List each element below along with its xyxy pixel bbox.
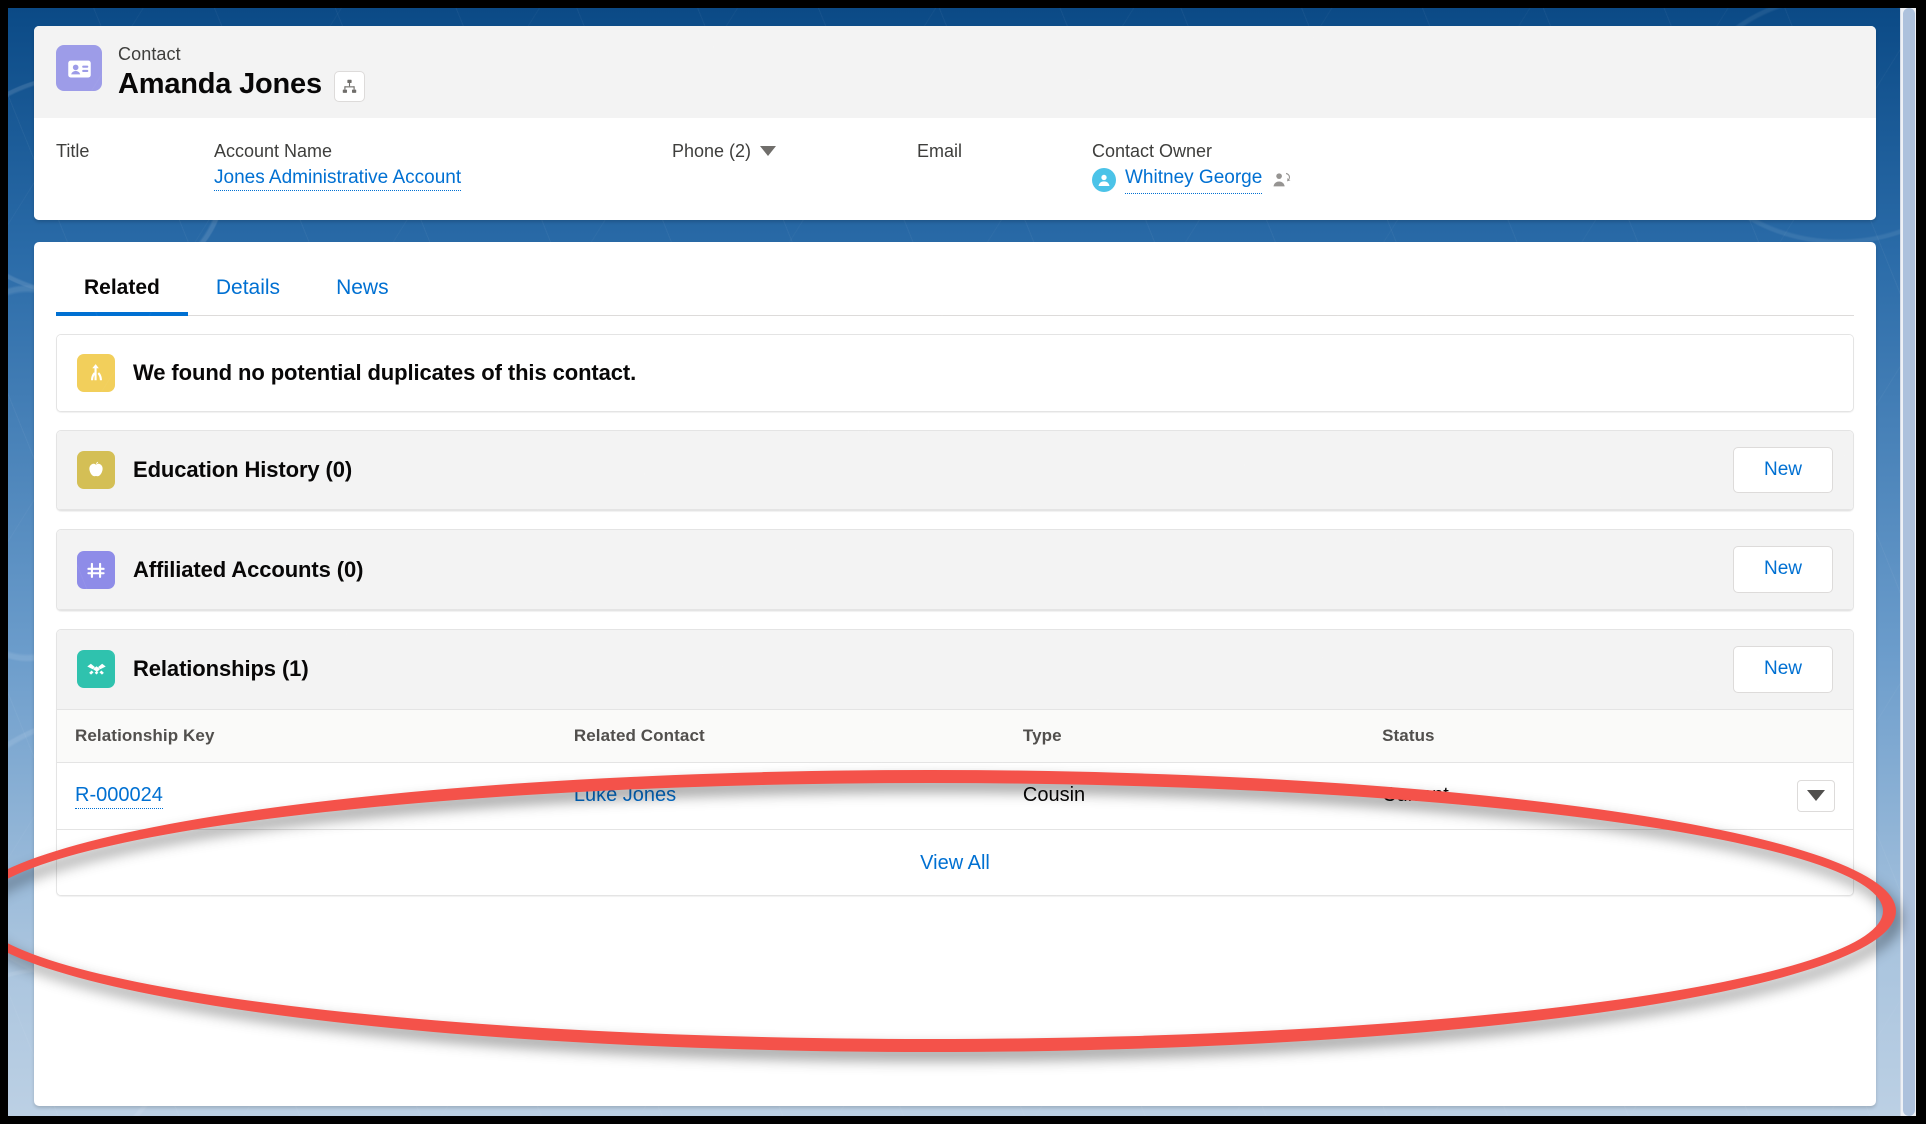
field-title-value[interactable] [56, 166, 214, 191]
field-account-name-label: Account Name [214, 140, 333, 161]
tab-details[interactable]: Details [188, 254, 308, 315]
chevron-down-icon [1807, 790, 1825, 802]
education-history-title: Education History (0) [133, 457, 353, 483]
education-history-header: Education History (0) New [57, 430, 1853, 511]
highlights-fields: Title Account Name Jones Administrative … [34, 117, 1876, 220]
education-history-title-group: Education History (0) [77, 451, 353, 490]
affiliated-accounts-title-group: Affiliated Accounts (0) [77, 550, 364, 589]
column-header-type[interactable]: Type [1008, 709, 1369, 763]
duplicates-card: We found no potential duplicates of this… [56, 333, 1854, 412]
avatar [1092, 167, 1116, 192]
duplicates-banner: We found no potential duplicates of this… [57, 334, 1853, 411]
screenshot-frame: Contact Amanda Jones Title Account Name … [0, 0, 1926, 1124]
page-title: Amanda Jones [118, 67, 322, 100]
record-name-row: Amanda Jones [118, 67, 365, 102]
field-title: Title [56, 140, 214, 194]
affiliated-accounts-header: Affiliated Accounts (0) New [57, 530, 1853, 611]
bridge-affiliation-icon [77, 550, 115, 589]
field-phone-label: Phone (2) [672, 140, 752, 161]
affiliated-accounts-title: Affiliated Accounts (0) [133, 556, 364, 582]
chevron-down-icon[interactable] [760, 145, 777, 156]
field-account-name-value: Jones Administrative Account [214, 166, 672, 191]
view-all-link[interactable]: View All [920, 852, 990, 874]
field-title-label: Title [56, 140, 90, 161]
new-education-history-button[interactable]: New [1732, 446, 1833, 494]
highlights-header: Contact Amanda Jones [34, 26, 1876, 118]
table-row: R-000024 Luke Jones Cousin Current [57, 762, 1853, 830]
contact-owner-link[interactable]: Whitney George [1125, 166, 1263, 194]
field-account-name: Account Name Jones Administrative Accoun… [214, 140, 672, 194]
field-email: Email [917, 140, 1092, 194]
related-contact-link[interactable]: Luke Jones [574, 784, 676, 806]
change-owner-icon[interactable] [1271, 170, 1293, 190]
tab-related[interactable]: Related [56, 254, 188, 316]
record-tabs: Related Details News [56, 242, 1854, 316]
column-header-actions [1745, 709, 1853, 763]
field-phone-label-row: Phone (2) [672, 140, 917, 163]
related-tab-panel: Related Details News We found no potenti… [34, 241, 1876, 1106]
duplicates-message: We found no potential duplicates of this… [133, 359, 637, 385]
relationships-footer: View All [57, 829, 1853, 895]
entity-type-label: Contact [118, 44, 181, 64]
relationships-table-head: Relationship Key Related Contact Type St… [57, 709, 1853, 763]
merge-duplicates-icon [77, 353, 115, 392]
relationships-table: Relationship Key Related Contact Type St… [57, 709, 1853, 830]
table-header-row: Relationship Key Related Contact Type St… [57, 709, 1853, 763]
field-contact-owner: Contact Owner Whitney George [1092, 140, 1293, 194]
cell-relationship-key: R-000024 [57, 762, 560, 830]
annotation-ellipse-relationships [8, 770, 1896, 1052]
relationships-header: Relationships (1) New [57, 630, 1853, 710]
record-highlights-panel: Contact Amanda Jones Title Account Name … [34, 26, 1876, 220]
field-email-label: Email [917, 140, 963, 161]
field-phone: Phone (2) [672, 140, 917, 194]
cell-status: Current [1368, 762, 1746, 830]
field-email-value[interactable] [917, 166, 1092, 191]
contact-id-card-icon [56, 45, 102, 91]
new-affiliated-account-button[interactable]: New [1732, 546, 1833, 594]
account-name-link[interactable]: Jones Administrative Account [214, 167, 462, 191]
field-phone-value[interactable] [672, 166, 917, 191]
apple-education-icon [77, 451, 115, 490]
relationships-title-group: Relationships (1) [77, 650, 309, 689]
page-scrollbar[interactable] [1900, 8, 1916, 1116]
highlights-titles: Contact Amanda Jones [118, 43, 365, 102]
column-header-relationship-key[interactable]: Relationship Key [57, 709, 560, 763]
column-header-status[interactable]: Status [1368, 709, 1746, 763]
relationship-key-link[interactable]: R-000024 [75, 784, 163, 810]
field-contact-owner-label: Contact Owner [1092, 140, 1213, 161]
relationships-title: Relationships (1) [133, 656, 309, 682]
cell-row-actions [1745, 762, 1853, 830]
new-relationship-button[interactable]: New [1732, 646, 1833, 693]
cell-related-contact: Luke Jones [559, 762, 1009, 830]
related-list-affiliated-accounts: Affiliated Accounts (0) New [56, 529, 1854, 612]
field-contact-owner-value: Whitney George [1092, 166, 1293, 194]
related-list-education-history: Education History (0) New [56, 429, 1854, 512]
handshake-relationship-icon [77, 650, 115, 689]
related-list-relationships: Relationships (1) New Relationship Key R… [56, 629, 1854, 896]
row-actions-button[interactable] [1797, 779, 1835, 812]
page-content: Contact Amanda Jones Title Account Name … [8, 8, 1900, 1116]
duplicates-content: We found no potential duplicates of this… [77, 353, 637, 392]
tab-news[interactable]: News [308, 254, 417, 315]
hierarchy-icon[interactable] [333, 70, 365, 102]
scrollbar-thumb[interactable] [1903, 8, 1915, 1116]
salesforce-background: Contact Amanda Jones Title Account Name … [8, 8, 1916, 1116]
cell-type: Cousin [1008, 762, 1369, 830]
column-header-related-contact[interactable]: Related Contact [559, 709, 1009, 763]
relationships-table-body: R-000024 Luke Jones Cousin Current [57, 762, 1853, 830]
